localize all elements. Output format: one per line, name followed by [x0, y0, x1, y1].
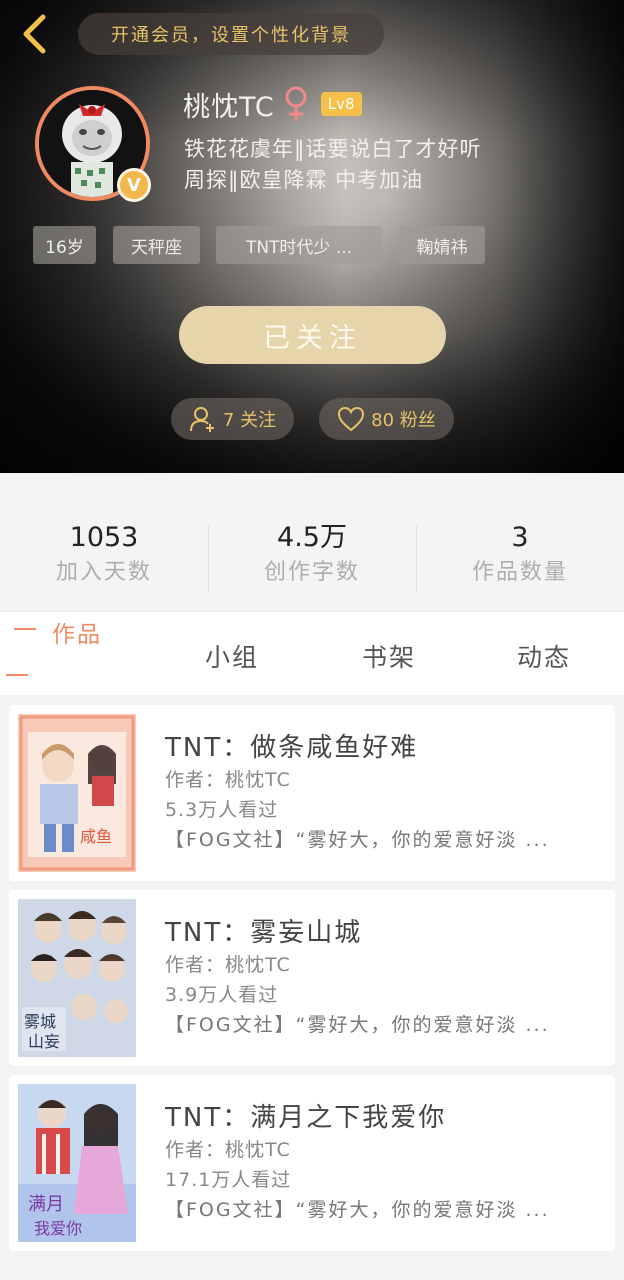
book-cover-image: 雾城 山妄 — [18, 899, 136, 1057]
vip-background-prompt[interactable]: 开通会员，设置个性化背景 — [78, 13, 384, 55]
work-card[interactable]: 咸鱼 TNT：做条咸鱼好难 作者：桃忱TC 5.3万人看过 【FOG文社】“雾好… — [9, 705, 615, 881]
bio-line: 周探‖欧皇降霖 中考加油 — [184, 168, 424, 192]
chevron-left-icon — [23, 14, 46, 54]
work-description: 【FOG文社】“雾好大，你的爱意好淡 ... — [165, 1014, 550, 1036]
stat-value: 1053 — [69, 522, 139, 553]
stat-label: 作品数量 — [471, 560, 568, 585]
book-cover-image: 咸鱼 — [18, 714, 136, 872]
svg-text:雾城: 雾城 — [24, 1012, 56, 1031]
female-gender-icon — [285, 86, 307, 121]
tab-activity[interactable]: 动态 — [517, 638, 571, 674]
svg-text:山妄: 山妄 — [28, 1032, 60, 1051]
tab-indicator — [14, 628, 36, 630]
tag-zodiac: 天秤座 — [113, 226, 200, 264]
profile-page: 开通会员，设置个性化背景 V 桃忱TC Lv8 铁花花虞年‖话要说白了才好听 周… — [0, 0, 624, 1280]
tab-works[interactable]: 作品 — [52, 615, 102, 649]
tag-age: 16岁 — [33, 226, 96, 264]
stat-value: 3 — [511, 522, 529, 553]
work-title: TNT：雾妄山城 — [165, 918, 363, 948]
following-button[interactable]: 7 关注 — [171, 398, 294, 440]
fans-count: 80 粉丝 — [371, 410, 436, 431]
tab-bar: 作品 小组 书架 动态 — [0, 611, 624, 695]
work-author: 作者：桃忱TC — [165, 954, 291, 976]
work-description: 【FOG文社】“雾好大，你的爱意好淡 ... — [165, 829, 550, 851]
work-card[interactable]: 满月 我爱你 TNT：满月之下我爱你 作者：桃忱TC 17.1万人看过 【FOG… — [9, 1075, 615, 1251]
work-views: 17.1万人看过 — [165, 1169, 292, 1191]
fans-button[interactable]: 80 粉丝 — [319, 398, 454, 440]
bio: 铁花花虞年‖话要说白了才好听 周探‖欧皇降霖 中考加油 — [184, 134, 604, 196]
verified-badge-icon: V — [117, 168, 151, 202]
svg-text:咸鱼: 咸鱼 — [80, 827, 112, 846]
works-list: 咸鱼 TNT：做条咸鱼好难 作者：桃忱TC 5.3万人看过 【FOG文社】“雾好… — [0, 695, 624, 1280]
followed-button[interactable]: 已关注 — [179, 306, 446, 364]
work-description: 【FOG文社】“雾好大，你的爱意好淡 ... — [165, 1199, 550, 1221]
stats-bar: 1053 加入天数 4.5万 创作字数 3 作品数量 — [0, 473, 624, 611]
tab-indicator — [6, 674, 28, 676]
heart-icon — [338, 406, 365, 432]
stat-days: 1053 加入天数 — [0, 521, 208, 591]
work-views: 3.9万人看过 — [165, 984, 279, 1006]
tag-fandom: TNT时代少 ... — [216, 226, 382, 264]
profile-header: 开通会员，设置个性化背景 V 桃忱TC Lv8 铁花花虞年‖话要说白了才好听 周… — [0, 0, 624, 473]
work-title: TNT：满月之下我爱你 — [165, 1103, 447, 1133]
work-author: 作者：桃忱TC — [165, 769, 291, 791]
stat-label: 创作字数 — [263, 560, 360, 585]
bio-line: 铁花花虞年‖话要说白了才好听 — [184, 137, 482, 161]
svg-text:满月: 满月 — [28, 1194, 64, 1215]
stat-works: 3 作品数量 — [416, 521, 624, 591]
stat-label: 加入天数 — [55, 560, 152, 585]
tag-idol: 鞠婧祎 — [399, 226, 485, 264]
stat-words: 4.5万 创作字数 — [208, 521, 416, 591]
back-button[interactable] — [14, 12, 54, 56]
level-badge: Lv8 — [320, 92, 362, 116]
work-title: TNT：做条咸鱼好难 — [165, 733, 419, 763]
add-user-icon — [189, 407, 214, 432]
tab-groups[interactable]: 小组 — [205, 638, 259, 674]
username: 桃忱TC — [183, 91, 275, 123]
svg-text:我爱你: 我爱你 — [34, 1219, 82, 1238]
work-author: 作者：桃忱TC — [165, 1139, 291, 1161]
tab-bookshelf[interactable]: 书架 — [362, 638, 416, 674]
work-views: 5.3万人看过 — [165, 799, 279, 821]
book-cover-image: 满月 我爱你 — [18, 1084, 136, 1242]
work-card[interactable]: 雾城 山妄 TNT：雾妄山城 作者：桃忱TC 3.9万人看过 【FOG文社】“雾… — [9, 890, 615, 1066]
stat-value: 4.5万 — [277, 522, 347, 553]
following-count: 7 关注 — [222, 410, 277, 431]
username-row: 桃忱TC Lv8 — [183, 84, 362, 124]
